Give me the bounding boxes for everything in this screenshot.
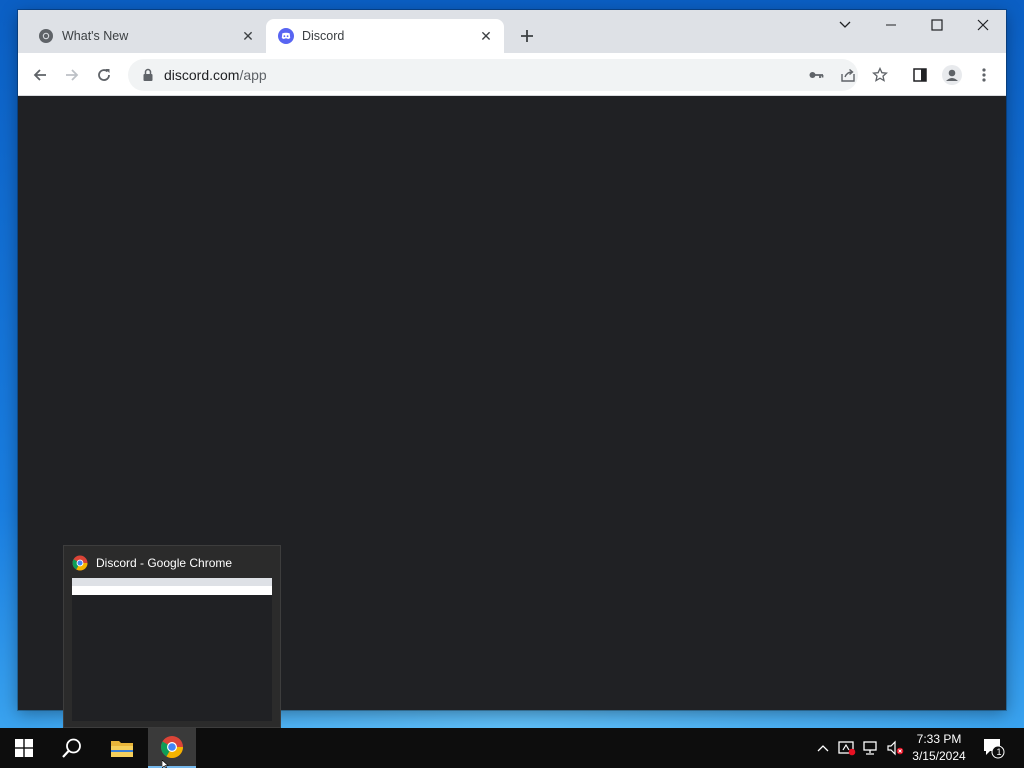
- reload-icon: [98, 69, 110, 81]
- maximize-button[interactable]: [914, 10, 960, 40]
- tab-discord[interactable]: Discord ✕: [266, 19, 504, 53]
- clock-time: 7:33 PM: [916, 732, 962, 746]
- preview-thumbnail[interactable]: [72, 578, 272, 721]
- side-panel-button[interactable]: [906, 61, 934, 89]
- tab-whats-new[interactable]: What's New ✕: [26, 19, 266, 53]
- windows-logo-icon: [15, 739, 33, 757]
- chevron-down-icon: [839, 21, 851, 28]
- notification-count: 1: [996, 747, 1002, 757]
- thumbnail-tabstrip: [72, 578, 272, 586]
- preview-title-row: Discord - Google Chrome: [72, 554, 232, 572]
- url-path: /app: [239, 67, 267, 83]
- back-button[interactable]: [26, 61, 54, 89]
- arrow-right-icon: [66, 69, 79, 81]
- tab-search-button[interactable]: [822, 10, 868, 40]
- taskbar-thumbnail-preview[interactable]: Discord - Google Chrome: [63, 545, 281, 728]
- close-icon: [977, 19, 989, 31]
- volume-tray-icon[interactable]: [885, 738, 905, 758]
- url-host: discord.com: [164, 67, 240, 83]
- search-icon: [62, 738, 81, 758]
- show-hidden-icons-button[interactable]: [813, 738, 833, 758]
- side-panel-icon: [913, 68, 927, 82]
- file-explorer-button[interactable]: [98, 728, 146, 768]
- discord-icon: [278, 28, 294, 44]
- speaker-muted-icon: [887, 740, 904, 756]
- chevron-up-icon: [817, 745, 829, 752]
- more-vert-icon: [982, 68, 986, 82]
- chrome-icon: [72, 555, 88, 571]
- close-window-button[interactable]: [960, 10, 1006, 40]
- address-bar[interactable]: discord.com/app: [128, 59, 858, 91]
- taskbar-clock[interactable]: 7:33 PM 3/15/2024: [906, 731, 972, 765]
- chrome-icon: [39, 29, 53, 43]
- lock-icon[interactable]: [140, 67, 156, 83]
- tab-title: Discord: [302, 29, 345, 43]
- taskbar: 7:33 PM 3/15/2024 1: [0, 728, 1024, 768]
- network-icon: [863, 741, 877, 755]
- profile-button[interactable]: [938, 61, 966, 89]
- notifications-button[interactable]: 1: [982, 738, 1006, 759]
- arrow-left-icon: [33, 69, 46, 81]
- minimize-icon: [886, 24, 896, 26]
- plus-icon: [521, 30, 533, 42]
- defender-tray-icon[interactable]: [837, 738, 857, 758]
- network-tray-icon[interactable]: [861, 738, 881, 758]
- start-button[interactable]: [0, 728, 48, 768]
- share-button[interactable]: [834, 61, 862, 89]
- new-tab-button[interactable]: [516, 25, 538, 47]
- chrome-taskbar-button[interactable]: [148, 728, 196, 768]
- tab-strip: What's New ✕ Discord ✕: [18, 10, 1006, 53]
- mouse-cursor-icon: [162, 760, 169, 768]
- folder-icon: [111, 741, 133, 757]
- url-text: discord.com/app: [164, 67, 267, 83]
- close-tab-icon[interactable]: ✕: [476, 26, 496, 46]
- search-button[interactable]: [48, 728, 96, 768]
- key-icon: [809, 72, 824, 78]
- menu-button[interactable]: [970, 61, 998, 89]
- thumbnail-toolbar: [72, 586, 272, 595]
- shield-warning-icon: [838, 741, 856, 756]
- chrome-icon: [161, 736, 183, 758]
- tab-title: What's New: [62, 29, 129, 43]
- bookmark-button[interactable]: [866, 61, 894, 89]
- star-icon: [872, 67, 888, 82]
- forward-button[interactable]: [58, 61, 86, 89]
- reload-button[interactable]: [90, 61, 118, 89]
- close-tab-icon[interactable]: ✕: [238, 26, 258, 46]
- browser-toolbar: discord.com/app: [18, 53, 1006, 96]
- clock-date: 3/15/2024: [912, 749, 966, 763]
- password-manager-button[interactable]: [802, 61, 830, 89]
- avatar-icon: [942, 65, 962, 85]
- share-icon: [841, 68, 855, 82]
- preview-title: Discord - Google Chrome: [96, 556, 233, 570]
- maximize-icon: [931, 19, 943, 31]
- minimize-button[interactable]: [868, 10, 914, 40]
